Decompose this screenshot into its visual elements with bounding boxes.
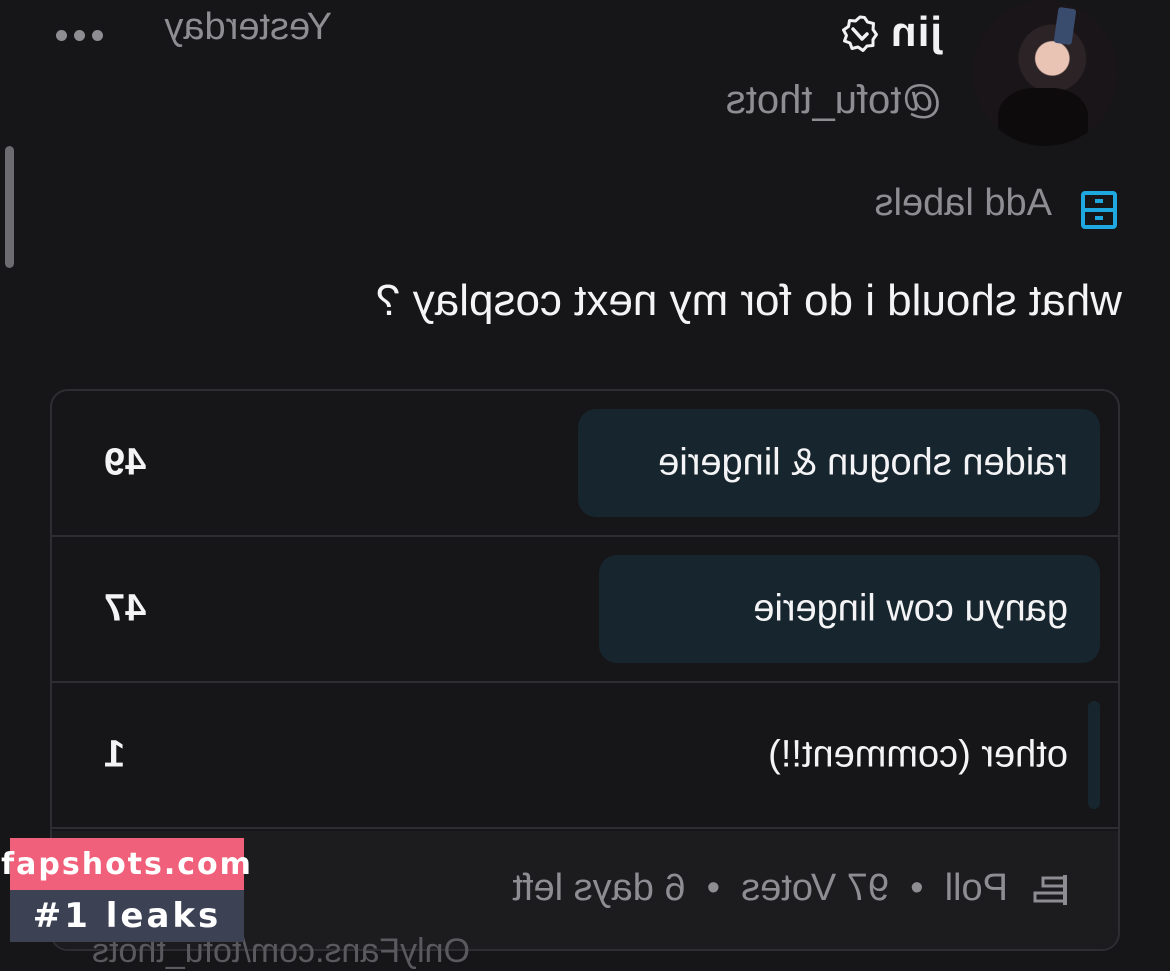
poll-time-remaining: 6 days left (512, 867, 686, 909)
watermark-line-1: fapshots.com (1, 838, 251, 890)
poll-option-votes: 47 (104, 587, 147, 630)
labels-icon[interactable] (1080, 190, 1118, 230)
add-labels-link[interactable]: Add labels (875, 182, 1052, 225)
poll-option[interactable]: other (comment!!) 1 (52, 683, 1118, 829)
separator: • (706, 867, 721, 909)
poll-option-votes: 49 (104, 441, 147, 484)
poll-meta: Poll • 97 Votes • 6 days left (512, 867, 1008, 910)
poll-vote-count: 97 Votes (741, 867, 890, 909)
mirrored-screenshot: jin @tofu_thots Yesterday Add labels wha… (0, 0, 1170, 970)
poll-option[interactable]: raiden shogun & lingerie 49 (52, 391, 1118, 537)
separator: • (910, 867, 924, 909)
watermark: fapshots.com #1 leaks (1, 838, 251, 942)
scrollbar[interactable] (5, 146, 14, 268)
avatar-shoulder (998, 88, 1088, 146)
poll-result-bar (1088, 701, 1100, 809)
display-name[interactable]: jin (890, 8, 942, 56)
poll-option-votes: 1 (104, 733, 126, 776)
watermark-line-2: #1 leaks (10, 890, 244, 942)
poll-option-label: other (comment!!) (768, 733, 1068, 776)
post-text: what should i do for my next cosplay ? (376, 276, 1122, 325)
user-handle[interactable]: @tofu_thots (726, 78, 942, 123)
poll-option[interactable]: ganyu cow lingerie 47 (52, 537, 1118, 683)
poll-icon (1033, 875, 1067, 905)
poll-type: Poll (944, 867, 1008, 909)
poll-option-label: raiden shogun & lingerie (658, 441, 1068, 484)
verified-badge-icon (842, 15, 878, 52)
phone-shape (1053, 6, 1077, 46)
avatar[interactable] (972, 0, 1118, 146)
more-options-icon[interactable] (43, 24, 103, 46)
post-timestamp: Yesterday (164, 6, 332, 48)
poll-option-label: ganyu cow lingerie (753, 587, 1068, 630)
